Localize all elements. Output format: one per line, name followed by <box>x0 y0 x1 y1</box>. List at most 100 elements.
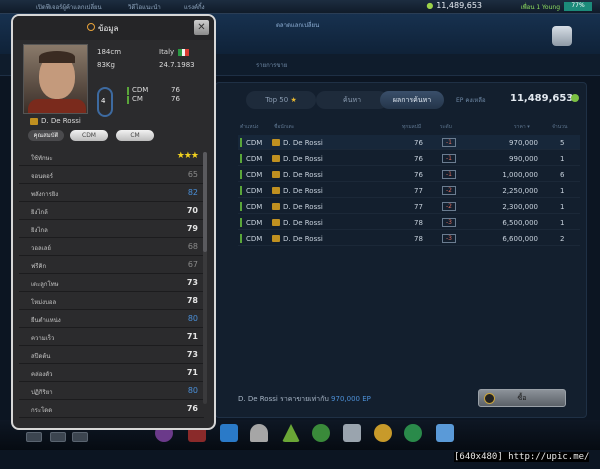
popup-title-bar: ข้อมูล ✕ <box>13 16 214 40</box>
stat-row: สปีดต้น 73 <box>19 346 204 364</box>
buy-button[interactable]: ซื้อ <box>478 389 566 407</box>
tab-cm[interactable]: CM <box>116 130 154 141</box>
season-badge-icon <box>272 155 280 162</box>
season-badge-icon <box>272 139 280 146</box>
round-badge-icon[interactable] <box>312 424 330 442</box>
row-price: 6,600,000 <box>502 235 538 243</box>
stat-value: 78 <box>186 296 198 305</box>
row-ovr: 77 <box>414 203 423 211</box>
row-price: 990,000 <box>509 155 538 163</box>
trophy-icon[interactable] <box>250 424 268 442</box>
table-row[interactable]: CDM D. De Rossi 78 -3 6,500,000 1 <box>238 215 580 230</box>
row-grade: -3 <box>442 234 456 243</box>
stat-label: ยิงไกล้ <box>31 209 48 216</box>
nav-link-video[interactable]: วิดีโอแนะนำ <box>128 2 161 12</box>
toolbar-button-3[interactable] <box>72 432 88 442</box>
row-ovr: 76 <box>414 171 423 179</box>
squad-number-ring: 4 <box>97 87 113 117</box>
position-1: CDM <box>132 86 149 94</box>
row-position: CDM <box>246 235 263 243</box>
row-position: CDM <box>246 203 263 211</box>
stat-label: กระโดด <box>31 407 53 414</box>
row-ovr: 76 <box>414 139 423 147</box>
row-position: CDM <box>246 171 263 179</box>
game-screen: เปิดฟีเจอร์ผู้ค้าแลกเปลี่ยน วิดีโอแนะนำ … <box>0 0 600 469</box>
tab-top50-label: Top 50 <box>265 96 289 104</box>
stat-label: จอนตอร์ <box>31 173 53 180</box>
table-row[interactable]: CDM D. De Rossi 77 -2 2,250,000 1 <box>238 183 580 198</box>
row-name: D. De Rossi <box>283 203 323 211</box>
table-row[interactable]: CDM D. De Rossi 76 -1 970,000 5 <box>238 135 580 150</box>
col-position[interactable]: ตำแหน่ง <box>240 123 258 131</box>
col-grade[interactable]: ระดับ <box>440 123 452 131</box>
close-button[interactable]: ✕ <box>194 20 209 35</box>
stat-value: 70 <box>186 206 198 215</box>
tab-attributes[interactable]: คุณสมบัติ <box>28 130 64 141</box>
toolbar-button-2[interactable] <box>50 432 66 442</box>
tab-search[interactable]: ค้นหา <box>316 91 388 109</box>
tab-cdm[interactable]: CDM <box>70 130 108 141</box>
season-badge-icon <box>272 203 280 210</box>
col-price[interactable]: ราคา ▾ <box>514 123 530 131</box>
market-title: ตลาดแลกเปลี่ยน <box>276 22 320 29</box>
table-row[interactable]: CDM D. De Rossi 78 -3 6,600,000 2 <box>238 231 580 246</box>
season-badge-icon <box>272 171 280 178</box>
row-qty: 2 <box>560 235 565 243</box>
nav-link-trade-feature[interactable]: เปิดฟีเจอร์ผู้ค้าแลกเปลี่ยน <box>36 2 102 12</box>
player-photo <box>23 44 88 114</box>
coin-icon[interactable] <box>374 424 392 442</box>
stat-row: คล่องตัว 71 <box>19 364 204 382</box>
row-position: CDM <box>246 139 263 147</box>
season-badge-icon <box>272 235 280 242</box>
ball-icon[interactable] <box>404 424 422 442</box>
squad-number: 4 <box>101 97 106 105</box>
player-info-popup: ข้อมูล ✕ D. De Rossi 184cm Italy 83Kg 24… <box>11 14 216 430</box>
row-ovr: 78 <box>414 235 423 243</box>
stat-label: ยิงไกล <box>31 227 48 234</box>
cards-icon[interactable] <box>343 424 361 442</box>
row-price: 970,000 <box>509 139 538 147</box>
tab-top50[interactable]: Top 50 ★ <box>246 91 316 109</box>
table-row[interactable]: CDM D. De Rossi 77 -2 2,300,000 1 <box>238 199 580 214</box>
stat-value: 65 <box>187 170 198 179</box>
nav-link-ranking[interactable]: แรงค์กิ้ง <box>184 2 205 12</box>
price-summary-text: D. De Rossi ราคาขายเท่ากับ <box>238 395 329 403</box>
sell-list-label[interactable]: รายการขาย <box>256 60 287 70</box>
stat-value: 76 <box>186 404 198 413</box>
col-ovr[interactable]: ทุกมลปมี <box>402 123 421 131</box>
stat-label: เตะลูกโทษ <box>31 281 59 288</box>
table-row[interactable]: CDM D. De Rossi 76 -1 1,000,000 6 <box>238 167 580 182</box>
row-name: D. De Rossi <box>283 139 323 147</box>
row-name: D. De Rossi <box>283 171 323 179</box>
row-name: D. De Rossi <box>283 187 323 195</box>
col-name[interactable]: ชื่อนักเตะ <box>274 123 294 131</box>
stat-label: พลังการยิง <box>31 191 59 198</box>
settings-icon[interactable] <box>436 424 454 442</box>
stat-row: วอลเลย์ 68 <box>19 238 204 256</box>
scrollbar-thumb[interactable] <box>203 152 207 252</box>
menu-button[interactable] <box>552 26 572 46</box>
stat-label: ปฏิกิริยา <box>31 389 53 396</box>
stat-row: ปฏิกิริยา 80 <box>19 382 204 400</box>
stat-value: 71 <box>186 368 198 377</box>
player-country: Italy <box>159 48 175 56</box>
row-name: D. De Rossi <box>283 155 323 163</box>
position-color-bar <box>240 138 242 147</box>
toolbar-button-1[interactable] <box>26 432 42 442</box>
tab-search-results[interactable]: ผลการค้นหา <box>380 91 444 109</box>
row-ovr: 77 <box>414 187 423 195</box>
position-color-bar <box>240 218 242 227</box>
row-grade: -3 <box>442 218 456 227</box>
player-shirt <box>28 99 86 113</box>
stats-scrollbar[interactable] <box>203 152 207 404</box>
position-2-rating: 76 <box>171 95 180 103</box>
row-price: 2,300,000 <box>502 203 538 211</box>
table-row[interactable]: CDM D. De Rossi 76 -1 990,000 1 <box>238 151 580 166</box>
row-qty: 1 <box>560 187 565 195</box>
position-color-bar <box>240 202 242 211</box>
user-name: เพื่อน 1 Young <box>520 4 560 11</box>
boot-icon[interactable] <box>220 424 238 442</box>
stat-row: ใช้ทักษะ ★★★ <box>19 148 204 166</box>
row-qty: 6 <box>560 171 565 179</box>
col-qty[interactable]: จำนวน <box>552 123 567 131</box>
